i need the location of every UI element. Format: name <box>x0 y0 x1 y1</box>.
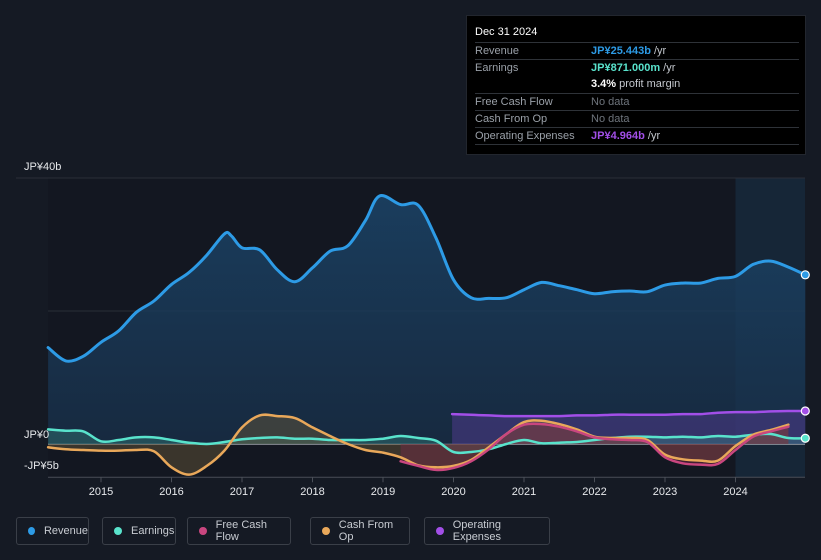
legend-label: Earnings <box>131 525 175 537</box>
tooltip-value: JP¥25.443b <box>591 45 651 57</box>
x-tick-label: 2015 <box>89 486 113 498</box>
legend-item-free-cash-flow[interactable]: Free Cash Flow <box>187 517 291 545</box>
tooltip-value: JP¥4.964b <box>591 130 645 142</box>
tooltip-row-label: Revenue <box>475 45 520 57</box>
tooltip-unit: /yr <box>650 45 667 57</box>
tooltip-row-value: JP¥871.000m /yr <box>591 62 675 74</box>
legend-item-earnings[interactable]: Earnings <box>102 517 176 545</box>
x-tick-label: 2021 <box>512 486 536 498</box>
legend-dot-icon <box>28 527 35 535</box>
y-tick-label: JP¥40b <box>24 161 62 173</box>
legend-label: Cash From Op <box>338 519 394 543</box>
tooltip-divider <box>475 144 799 145</box>
x-tick-label: 2020 <box>441 486 465 498</box>
tooltip-value: 3.4% <box>591 78 617 90</box>
tooltip-row: 3.4% profit margin <box>475 76 799 93</box>
legend-label: Revenue <box>43 525 88 537</box>
x-tick-label: 2017 <box>230 486 254 498</box>
tooltip-date: Dec 31 2024 <box>475 26 538 38</box>
legend-label: Operating Expenses <box>452 519 502 543</box>
y-tick-label: JP¥0 <box>24 429 50 441</box>
tooltip-row-label: Free Cash Flow <box>475 96 553 108</box>
legend-item-operating-expenses[interactable]: Operating Expenses <box>424 517 550 545</box>
legend-item-cash-from-op[interactable]: Cash From Op <box>310 517 410 545</box>
tooltip-row-value: 3.4% profit margin <box>591 78 680 90</box>
tooltip-row-label: Operating Expenses <box>475 130 575 142</box>
legend-item-revenue[interactable]: Revenue <box>16 517 89 545</box>
y-tick-label: -JP¥5b <box>24 460 59 473</box>
x-tick-label: 2023 <box>653 486 677 498</box>
x-tick-label: 2016 <box>159 486 183 498</box>
legend-dot-icon <box>322 527 330 535</box>
tooltip-row-label: Earnings <box>475 62 519 74</box>
tooltip-value: JP¥871.000m <box>591 62 661 74</box>
tooltip-value: No data <box>591 96 630 108</box>
revenue-endpoint[interactable] <box>800 270 810 280</box>
tooltip-unit: profit margin <box>616 78 681 90</box>
tooltip-row: Operating Expenses JP¥4.964b /yr <box>475 127 799 145</box>
tooltip-value: No data <box>591 113 630 125</box>
x-tick-label: 2024 <box>723 486 747 498</box>
tooltip-row-value: No data <box>591 113 630 125</box>
x-tick-label: 2019 <box>371 486 395 498</box>
tooltip-row: Revenue JP¥25.443b /yr <box>475 42 799 60</box>
tooltip-row: Earnings JP¥871.000m /yr <box>475 59 799 77</box>
legend-label: Free Cash Flow <box>215 519 268 543</box>
x-tick-label: 2022 <box>582 486 606 498</box>
legend-dot-icon <box>199 527 207 535</box>
tooltip-row-value: No data <box>591 96 630 108</box>
tooltip-row-value: JP¥25.443b /yr <box>591 45 666 57</box>
earnings-endpoint[interactable] <box>800 433 810 443</box>
x-axis: 2015 2016 2017 2018 2019 2020 2021 2022 2023 2024 <box>89 477 748 498</box>
x-tick-label: 2018 <box>300 486 324 498</box>
tooltip-row: Free Cash Flow No data <box>475 93 799 111</box>
operating-expenses-endpoint[interactable] <box>800 406 810 416</box>
tooltip-row-label: Cash From Op <box>475 113 548 125</box>
tooltip: Dec 31 2024 Revenue JP¥25.443b /yr Earning… <box>466 15 806 155</box>
tooltip-unit: /yr <box>644 130 661 142</box>
legend-dot-icon <box>436 527 444 535</box>
legend-dot-icon <box>114 527 122 535</box>
tooltip-unit: /yr <box>660 62 676 74</box>
tooltip-row: Cash From Op No data <box>475 110 799 128</box>
tooltip-row-value: JP¥4.964b /yr <box>591 130 660 142</box>
